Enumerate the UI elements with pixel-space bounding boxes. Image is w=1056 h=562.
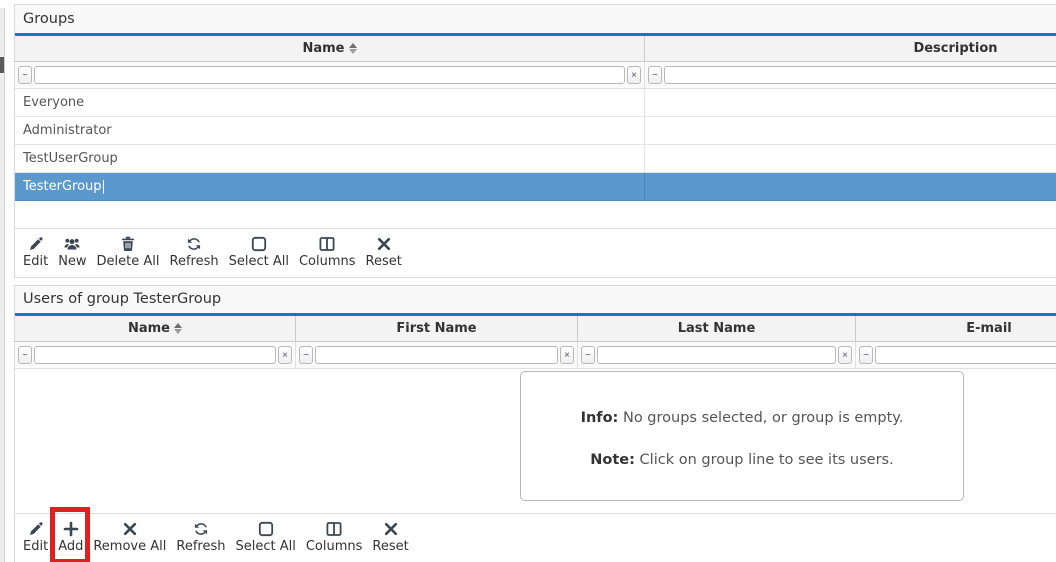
users-first-name-filter-input[interactable] [315, 346, 558, 364]
plus-icon [63, 520, 79, 538]
users-column-header-last-name[interactable]: Last Name [578, 316, 856, 341]
refresh-icon [193, 520, 209, 538]
groups-toolbar: Edit New Delete All Refresh [15, 228, 1056, 278]
filter-clear-button[interactable]: × [627, 66, 641, 84]
users-header-row: Name First Name Last Name E-mail [15, 316, 1056, 342]
info-message-box: Info: No groups selected, or group is em… [520, 371, 964, 501]
groups-column-header-name[interactable]: Name [15, 36, 645, 61]
groups-name-filter-cell: ~ × [15, 62, 645, 88]
users-first-name-filter-cell: ~ × [296, 342, 578, 368]
groups-columns-button[interactable]: Columns [299, 235, 356, 269]
users-refresh-button[interactable]: Refresh [176, 520, 225, 554]
column-label: E-mail [966, 321, 1012, 336]
group-row-testusergroup[interactable]: TestUserGroup [15, 145, 1056, 173]
groups-reset-button[interactable]: Reset [366, 235, 402, 269]
note-label: Note: [590, 452, 635, 468]
users-column-header-email[interactable]: E-mail [856, 316, 1056, 341]
checkbox-icon [258, 520, 274, 538]
users-name-filter-cell: ~ × [15, 342, 296, 368]
users-email-filter-cell: ~ × [856, 342, 1056, 368]
refresh-icon [186, 235, 202, 253]
groups-header-row: Name Description [15, 36, 1056, 62]
column-label: First Name [396, 321, 476, 336]
groups-column-header-description[interactable]: Description [645, 36, 1056, 61]
column-label: Description [913, 41, 997, 56]
splitter-handle-icon [0, 57, 4, 73]
filter-mode-button[interactable]: ~ [18, 346, 32, 364]
groups-description-filter-input[interactable] [664, 66, 1056, 84]
app-viewport: Groups Name Description ~ × ~ [0, 0, 1056, 562]
filter-mode-button[interactable]: ~ [648, 66, 662, 84]
filter-clear-button[interactable]: × [278, 346, 292, 364]
info-message: Info: No groups selected, or group is em… [521, 410, 963, 426]
vertical-splitter[interactable] [0, 8, 5, 562]
users-last-name-filter-cell: ~ × [578, 342, 856, 368]
column-label: Name [128, 321, 170, 336]
group-row-everyone[interactable]: Everyone [15, 89, 1056, 117]
users-remove-all-button[interactable]: Remove All [93, 520, 166, 554]
group-name: Administrator [23, 123, 112, 138]
users-reset-button[interactable]: Reset [372, 520, 408, 554]
sort-icon [349, 43, 357, 54]
columns-icon [319, 235, 335, 253]
groups-panel-title: Groups [15, 5, 1056, 36]
groups-edit-button[interactable]: Edit [23, 235, 48, 269]
groups-filter-row: ~ × ~ × [15, 62, 1056, 89]
column-label: Last Name [678, 321, 756, 336]
checkbox-icon [251, 235, 267, 253]
group-row-testergroup-selected[interactable]: TesterGroup [15, 173, 1056, 201]
trash-icon [120, 235, 136, 253]
users-column-header-first-name[interactable]: First Name [296, 316, 578, 341]
users-edit-button[interactable]: Edit [23, 520, 48, 554]
users-toolbar: Edit Add Remove All Refresh [15, 513, 1056, 562]
users-email-filter-input[interactable] [875, 346, 1056, 364]
group-name: TesterGroup [23, 179, 102, 194]
column-label: Name [302, 41, 344, 56]
filter-clear-button[interactable]: × [560, 346, 574, 364]
users-icon [64, 235, 80, 253]
users-select-all-button[interactable]: Select All [235, 520, 295, 554]
filter-mode-button[interactable]: ~ [859, 346, 873, 364]
note-message: Note: Click on group line to see its use… [521, 452, 963, 468]
groups-select-all-button[interactable]: Select All [229, 235, 289, 269]
pencil-icon [28, 520, 44, 538]
groups-delete-all-button[interactable]: Delete All [97, 235, 160, 269]
info-label: Info: [581, 410, 619, 426]
groups-description-filter-cell: ~ × [645, 62, 1056, 88]
groups-panel: Groups Name Description ~ × ~ [14, 4, 1056, 278]
users-table-body: Info: No groups selected, or group is em… [15, 369, 1056, 512]
columns-icon [326, 520, 342, 538]
group-name: TestUserGroup [23, 151, 118, 166]
sort-icon [174, 323, 182, 334]
users-add-button[interactable]: Add [58, 520, 83, 554]
users-columns-button[interactable]: Columns [306, 520, 363, 554]
users-panel: Users of group TesterGroup Name First Na… [14, 285, 1056, 562]
x-icon [383, 520, 399, 538]
filter-clear-button[interactable]: × [838, 346, 852, 364]
group-row-administrator[interactable]: Administrator [15, 117, 1056, 145]
filter-mode-button[interactable]: ~ [581, 346, 595, 364]
groups-new-button[interactable]: New [58, 235, 86, 269]
filter-mode-button[interactable]: ~ [299, 346, 313, 364]
text-caret [103, 180, 104, 194]
groups-refresh-button[interactable]: Refresh [170, 235, 219, 269]
filter-mode-button[interactable]: ~ [18, 66, 32, 84]
users-last-name-filter-input[interactable] [597, 346, 836, 364]
groups-name-filter-input[interactable] [34, 66, 625, 84]
users-name-filter-input[interactable] [34, 346, 276, 364]
users-column-header-name[interactable]: Name [15, 316, 296, 341]
users-panel-title: Users of group TesterGroup [15, 286, 1056, 316]
pencil-icon [28, 235, 44, 253]
x-icon [376, 235, 392, 253]
x-icon [122, 520, 138, 538]
users-filter-row: ~ × ~ × ~ × ~ × [15, 342, 1056, 369]
group-name: Everyone [23, 95, 84, 110]
